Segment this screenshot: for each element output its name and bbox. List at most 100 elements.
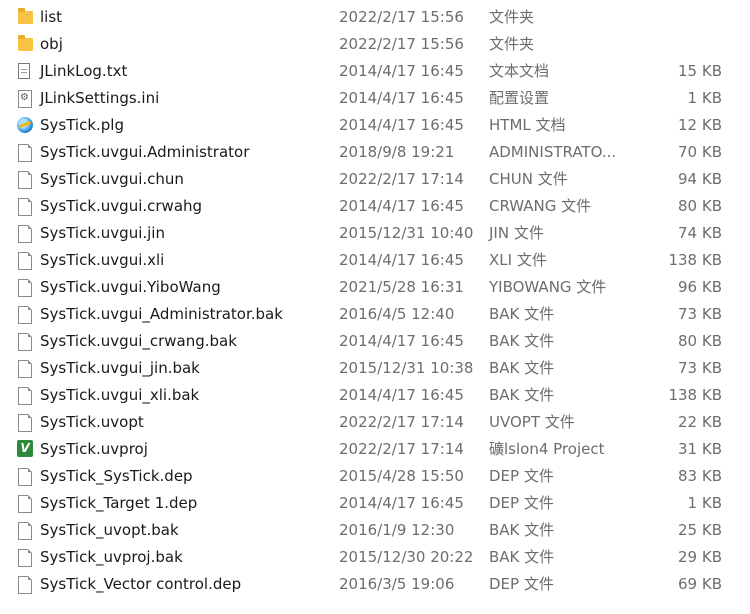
file-type: BAK 文件: [489, 548, 555, 566]
file-size: 138 KB: [668, 386, 722, 404]
file-type: CHUN 文件: [489, 170, 568, 188]
file-list: list 2022/2/17 15:56 文件夹 obj 2022/2/17 15:56…: [0, 4, 750, 598]
file-type: 配置设置: [489, 89, 550, 107]
file-name: SysTick_uvproj.bak: [40, 548, 183, 566]
file-name: SysTick_SysTick.dep: [40, 467, 193, 485]
file-modified-date: 2016/3/5 19:06: [339, 575, 455, 593]
file-size: 96 KB: [678, 278, 722, 296]
file-size: 1 KB: [687, 89, 722, 107]
file-icon: [16, 166, 34, 193]
file-name: JLinkLog.txt: [40, 62, 128, 80]
file-size: 138 KB: [668, 251, 722, 269]
file-name: obj: [40, 35, 63, 53]
file-modified-date: 2014/4/17 16:45: [339, 89, 464, 107]
file-name: SysTick.uvproj: [40, 440, 148, 458]
file-row[interactable]: SysTick.uvgui_Administrator.bak 2016/4/5 …: [0, 301, 750, 328]
file-name: SysTick.uvopt: [40, 413, 144, 431]
file-icon: [16, 193, 34, 220]
file-modified-date: 2014/4/17 16:45: [339, 386, 464, 404]
file-icon: [16, 571, 34, 598]
file-row[interactable]: SysTick_SysTick.dep 2015/4/28 15:50 DEP 文件…: [0, 463, 750, 490]
file-size: 94 KB: [678, 170, 722, 188]
file-row[interactable]: SysTick_Vector control.dep 2016/3/5 19:06…: [0, 571, 750, 598]
file-row[interactable]: SysTick.uvgui.xli 2014/4/17 16:45 XLI 文件 13…: [0, 247, 750, 274]
file-modified-date: 2014/4/17 16:45: [339, 332, 464, 350]
file-size: 80 KB: [678, 197, 722, 215]
file-type: UVOPT 文件: [489, 413, 575, 431]
file-row[interactable]: SysTick_uvopt.bak 2016/1/9 12:30 BAK 文件 25 …: [0, 517, 750, 544]
file-row[interactable]: SysTick_Target 1.dep 2014/4/17 16:45 DEP 文…: [0, 490, 750, 517]
file-row[interactable]: obj 2022/2/17 15:56 文件夹: [0, 31, 750, 58]
file-icon: [16, 220, 34, 247]
file-modified-date: 2014/4/17 16:45: [339, 494, 464, 512]
file-modified-date: 2016/1/9 12:30: [339, 521, 455, 539]
file-row[interactable]: SysTick.plg 2014/4/17 16:45 HTML 文档 12 KB: [0, 112, 750, 139]
file-row[interactable]: SysTick_uvproj.bak 2015/12/30 20:22 BAK 文件…: [0, 544, 750, 571]
folder-icon: [16, 31, 34, 58]
file-size: 74 KB: [678, 224, 722, 242]
file-name: SysTick.uvgui_crwang.bak: [40, 332, 237, 350]
file-row[interactable]: SysTick.uvgui.YiboWang 2021/5/28 16:31 YIB…: [0, 274, 750, 301]
file-size: 31 KB: [678, 440, 722, 458]
file-type: CRWANG 文件: [489, 197, 592, 215]
file-row[interactable]: JLinkLog.txt 2014/4/17 16:45 文本文档 15 KB: [0, 58, 750, 85]
file-type: JIN 文件: [489, 224, 544, 242]
file-row[interactable]: V SysTick.uvproj 2022/2/17 17:14 礦lslon4 Pr…: [0, 436, 750, 463]
file-modified-date: 2014/4/17 16:45: [339, 251, 464, 269]
file-name: SysTick.uvgui.chun: [40, 170, 184, 188]
file-modified-date: 2015/4/28 15:50: [339, 467, 464, 485]
file-icon: [16, 274, 34, 301]
file-icon: [16, 382, 34, 409]
file-row[interactable]: SysTick.uvgui.jin 2015/12/31 10:40 JIN 文件 7…: [0, 220, 750, 247]
file-modified-date: 2018/9/8 19:21: [339, 143, 455, 161]
file-row[interactable]: SysTick.uvopt 2022/2/17 17:14 UVOPT 文件 22 K…: [0, 409, 750, 436]
file-icon: [16, 463, 34, 490]
file-icon: [16, 247, 34, 274]
file-modified-date: 2014/4/17 16:45: [339, 197, 464, 215]
file-size: 73 KB: [678, 359, 722, 377]
file-size: 1 KB: [687, 494, 722, 512]
html-file-icon: [16, 112, 34, 139]
file-row[interactable]: SysTick.uvgui_jin.bak 2015/12/31 10:38 BAK…: [0, 355, 750, 382]
file-type: ADMINISTRATO...: [489, 143, 617, 161]
file-size: 83 KB: [678, 467, 722, 485]
file-size: 73 KB: [678, 305, 722, 323]
file-modified-date: 2022/2/17 17:14: [339, 440, 464, 458]
file-icon: [16, 490, 34, 517]
file-name: SysTick.uvgui.jin: [40, 224, 165, 242]
file-type: XLI 文件: [489, 251, 547, 269]
file-size: 69 KB: [678, 575, 722, 593]
file-row[interactable]: SysTick.uvgui.chun 2022/2/17 17:14 CHUN 文件…: [0, 166, 750, 193]
folder-icon: [16, 4, 34, 31]
file-size: 70 KB: [678, 143, 722, 161]
file-size: 80 KB: [678, 332, 722, 350]
file-type: DEP 文件: [489, 575, 554, 593]
file-modified-date: 2014/4/17 16:45: [339, 62, 464, 80]
file-row[interactable]: JLinkSettings.ini 2014/4/17 16:45 配置设置 1 KB: [0, 85, 750, 112]
file-type: BAK 文件: [489, 359, 555, 377]
file-icon: [16, 409, 34, 436]
file-type: HTML 文档: [489, 116, 566, 134]
file-name: SysTick.uvgui.YiboWang: [40, 278, 221, 296]
file-row[interactable]: SysTick.uvgui.Administrator 2018/9/8 19:2…: [0, 139, 750, 166]
file-row[interactable]: SysTick.uvgui_xli.bak 2014/4/17 16:45 BAK …: [0, 382, 750, 409]
file-icon: [16, 139, 34, 166]
file-row[interactable]: list 2022/2/17 15:56 文件夹: [0, 4, 750, 31]
file-size: 12 KB: [678, 116, 722, 134]
file-modified-date: 2015/12/30 20:22: [339, 548, 474, 566]
file-type: BAK 文件: [489, 305, 555, 323]
file-icon: [16, 301, 34, 328]
file-name: SysTick.uvgui.Administrator: [40, 143, 250, 161]
file-modified-date: 2022/2/17 15:56: [339, 35, 464, 53]
file-type: 文本文档: [489, 62, 550, 80]
file-name: SysTick_uvopt.bak: [40, 521, 179, 539]
file-name: SysTick.uvgui_jin.bak: [40, 359, 200, 377]
file-row[interactable]: SysTick.uvgui_crwang.bak 2014/4/17 16:45 B…: [0, 328, 750, 355]
file-modified-date: 2022/2/17 15:56: [339, 8, 464, 26]
text-file-icon: [16, 58, 34, 85]
file-type: YIBOWANG 文件: [489, 278, 607, 296]
file-modified-date: 2022/2/17 17:14: [339, 413, 464, 431]
file-row[interactable]: SysTick.uvgui.crwahg 2014/4/17 16:45 CRWAN…: [0, 193, 750, 220]
file-icon: [16, 544, 34, 571]
settings-file-icon: [16, 85, 34, 112]
